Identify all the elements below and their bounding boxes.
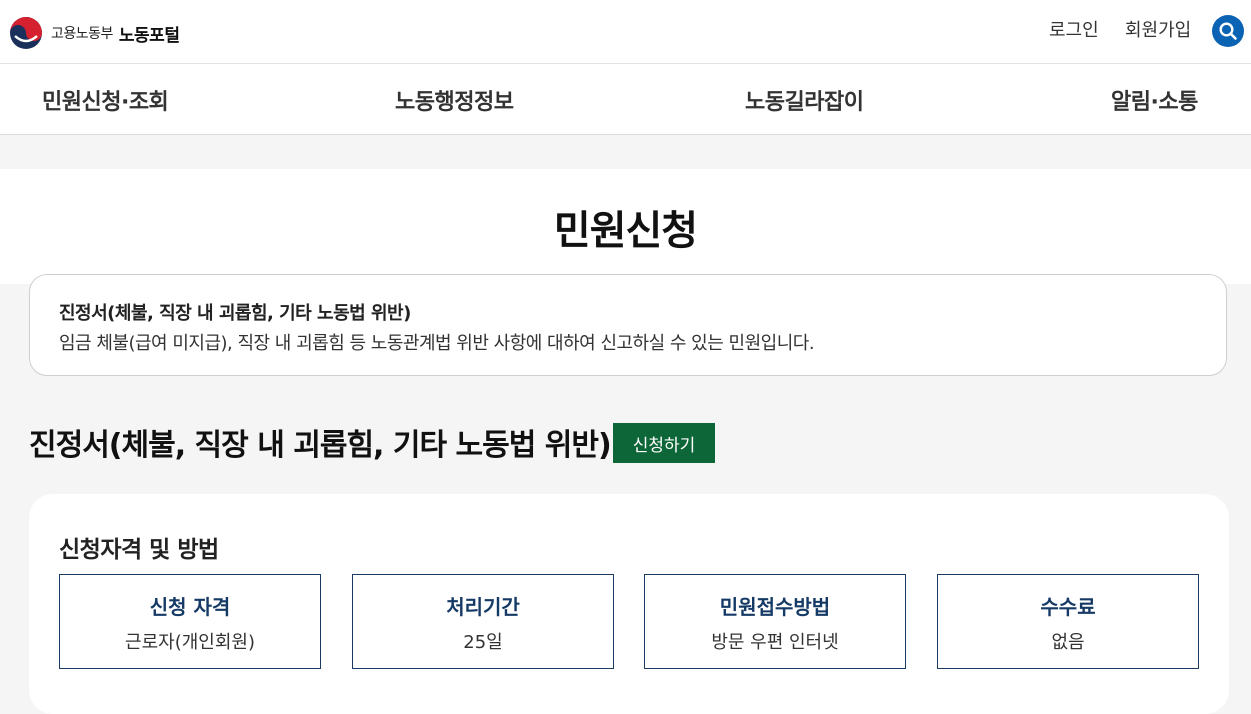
intro-title: 진정서(체불, 직장 내 괴롭힘, 기타 노동법 위반) xyxy=(59,303,411,324)
apply-button[interactable]: 신청하기 xyxy=(613,423,715,463)
info-box-eligibility: 신청 자격 근로자(개인회원) xyxy=(59,574,321,669)
search-icon xyxy=(1219,22,1237,40)
info-label: 처리기간 xyxy=(446,595,520,619)
info-box-processing-time: 처리기간 25일 xyxy=(352,574,614,669)
intro-box: 진정서(체불, 직장 내 괴롭힘, 기타 노동법 위반) 임금 체불(급여 미지… xyxy=(29,274,1227,376)
info-value: 방문 우편 인터넷 xyxy=(711,632,839,653)
portal-name: 노동포털 xyxy=(118,25,180,46)
login-link[interactable]: 로그인 xyxy=(1049,16,1099,42)
info-box-submission-method: 민원접수방법 방문 우편 인터넷 xyxy=(644,574,906,669)
info-value: 25일 xyxy=(463,632,503,653)
info-box-fee: 수수료 없음 xyxy=(937,574,1199,669)
info-label: 민원접수방법 xyxy=(719,595,831,619)
info-label: 신청 자격 xyxy=(149,595,231,619)
search-button[interactable] xyxy=(1212,15,1244,47)
info-label: 수수료 xyxy=(1040,595,1096,619)
signup-link[interactable]: 회원가입 xyxy=(1125,16,1191,42)
government-emblem-icon xyxy=(10,17,42,49)
nav-item-notice[interactable]: 알림·소통 xyxy=(1111,84,1198,116)
top-header: 고용노동부 노동포털 로그인 회원가입 xyxy=(0,0,1251,64)
nav-item-labor-guide[interactable]: 노동길라잡이 xyxy=(745,84,864,116)
page-title: 민원신청 xyxy=(553,208,698,254)
qualification-title: 신청자격 및 방법 xyxy=(59,537,219,563)
main-nav: 민원신청·조회 노동행정정보 노동길라잡이 알림·소통 xyxy=(0,64,1251,135)
nav-item-admin-info[interactable]: 노동행정정보 xyxy=(395,84,514,116)
info-value: 근로자(개인회원) xyxy=(125,632,255,653)
intro-description: 임금 체불(급여 미지급), 직장 내 괴롭힘 등 노동관계법 위반 사항에 대… xyxy=(59,333,815,354)
section-heading: 진정서(체불, 직장 내 괴롭힘, 기타 노동법 위반) xyxy=(29,428,612,463)
site-logo[interactable]: 고용노동부 노동포털 xyxy=(9,17,180,49)
qualification-card: 신청자격 및 방법 신청 자격 근로자(개인회원) 처리기간 25일 민원접수방… xyxy=(29,494,1229,714)
ministry-name: 고용노동부 xyxy=(51,26,113,42)
info-value: 없음 xyxy=(1051,632,1085,653)
nav-item-civil-service[interactable]: 민원신청·조회 xyxy=(42,84,169,116)
